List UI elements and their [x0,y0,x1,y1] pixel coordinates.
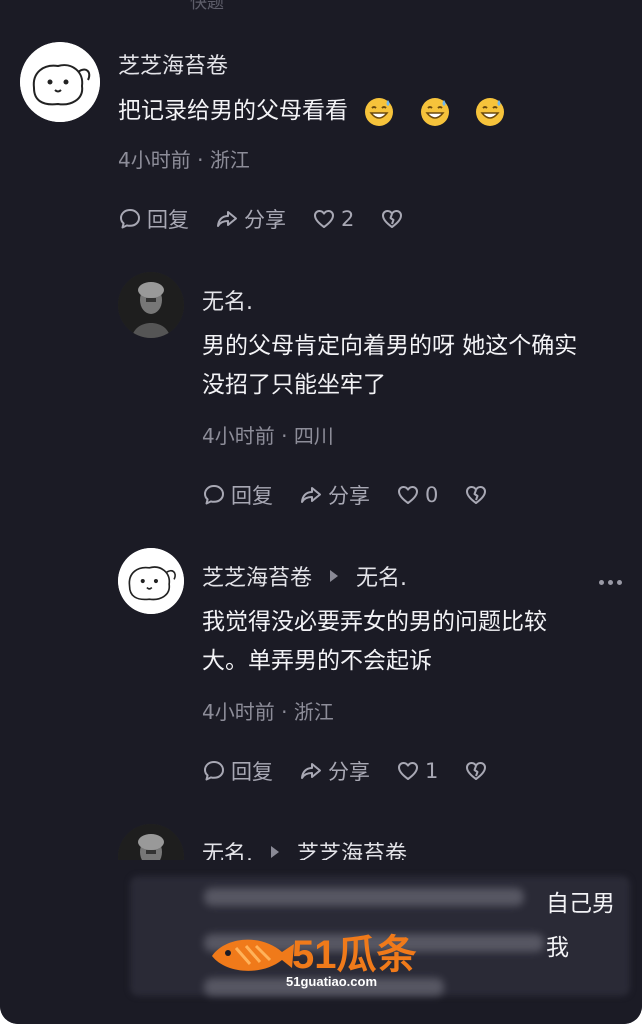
location: 四川 [293,424,334,448]
fish-logo-icon: 51瓜条 51guatiao.com [212,933,417,989]
comment-actions: 回复 分享 2 [118,204,430,234]
author-name[interactable]: 芝芝海苔卷 [118,48,228,80]
broken-heart-icon [466,762,487,780]
author-name-row: 芝芝海苔卷 [118,48,228,80]
more-options-icon[interactable] [599,580,622,585]
like-count: 1 [425,759,439,783]
share-button[interactable]: 分享 [299,480,370,510]
location: 浙江 [209,148,250,172]
reply-to-arrow-icon [330,570,339,582]
cartoon-bear-avatar-icon [118,548,184,614]
author-name[interactable]: 芝芝海苔卷 [202,560,312,592]
dislike-button[interactable] [380,207,404,231]
heart-icon [314,210,334,228]
comment-text: 把记录给男的父母看看 [118,92,506,131]
reply-button[interactable]: 回复 [202,480,273,510]
blurred-text-line [204,888,524,906]
reply-bubble-icon [204,485,224,505]
author-name[interactable]: 无名. [202,284,253,316]
reply-to-name[interactable]: 无名. [356,560,407,592]
comment-panel: 快题 芝芝海苔卷 把记录给男的父母看看 4小时前 · 浙江 回复 分享 2 无名… [0,0,642,1024]
like-button[interactable]: 2 [312,207,354,231]
avatar[interactable] [118,548,184,614]
watermark-logo: 51瓜条 51guatiao.com [206,922,436,990]
avatar[interactable] [20,42,100,122]
dislike-button[interactable] [464,483,488,507]
watermark-brand: 51瓜条 [292,933,417,977]
broken-heart-icon [466,486,487,504]
comment-meta: 4小时前 · 浙江 [202,696,334,725]
dislike-button[interactable] [464,759,488,783]
sweat-smile-emoji-icon [474,96,506,128]
like-button[interactable]: 1 [396,759,438,783]
timestamp: 4小时前 [202,700,275,724]
sweat-smile-emoji-icon [363,96,395,128]
comment-text: 我觉得没必要弄女的男的问题比较 大。单弄男的不会起诉 [202,609,547,674]
dark-portrait-avatar-icon [118,272,184,338]
heart-icon [398,762,418,780]
reply-to-arrow-icon [271,846,279,858]
partial-visible-text: 自己男 [546,891,615,917]
author-name-row: 无名. [202,284,253,316]
reply-button[interactable]: 回复 [118,204,189,234]
timestamp: 4小时前 [202,424,275,448]
previous-content-fragment: 快题 [190,0,224,13]
reply-bubble-icon [204,761,224,781]
author-name-row: 芝芝海苔卷 无名. [202,560,407,592]
share-arrow-icon [301,487,321,503]
share-button[interactable]: 分享 [299,756,370,786]
share-arrow-icon [217,211,237,227]
avatar[interactable] [118,272,184,338]
meta-separator: · [281,424,294,448]
timestamp: 4小时前 [118,148,191,172]
like-count: 0 [425,483,439,507]
like-count: 2 [341,207,355,231]
meta-separator: · [197,148,210,172]
heart-icon [398,486,418,504]
meta-separator: · [281,700,294,724]
share-button[interactable]: 分享 [215,204,286,234]
comment-actions: 回复 分享 0 [202,480,514,510]
comment-actions: 回复 分享 1 [202,756,514,786]
broken-heart-icon [382,210,403,228]
reply-button[interactable]: 回复 [202,756,273,786]
partial-visible-text: 我 [546,935,569,961]
like-button[interactable]: 0 [396,483,438,507]
share-arrow-icon [301,763,321,779]
comment-meta: 4小时前 · 四川 [202,420,334,449]
reply-bubble-icon [120,209,140,229]
cartoon-bear-avatar-icon [20,42,100,122]
comment-text: 男的父母肯定向着男的呀 她这个确实 没招了只能坐牢了 [202,333,578,398]
watermark-url: 51guatiao.com [286,974,377,989]
location: 浙江 [293,700,334,724]
sweat-smile-emoji-icon [419,96,451,128]
comment-meta: 4小时前 · 浙江 [118,144,250,173]
